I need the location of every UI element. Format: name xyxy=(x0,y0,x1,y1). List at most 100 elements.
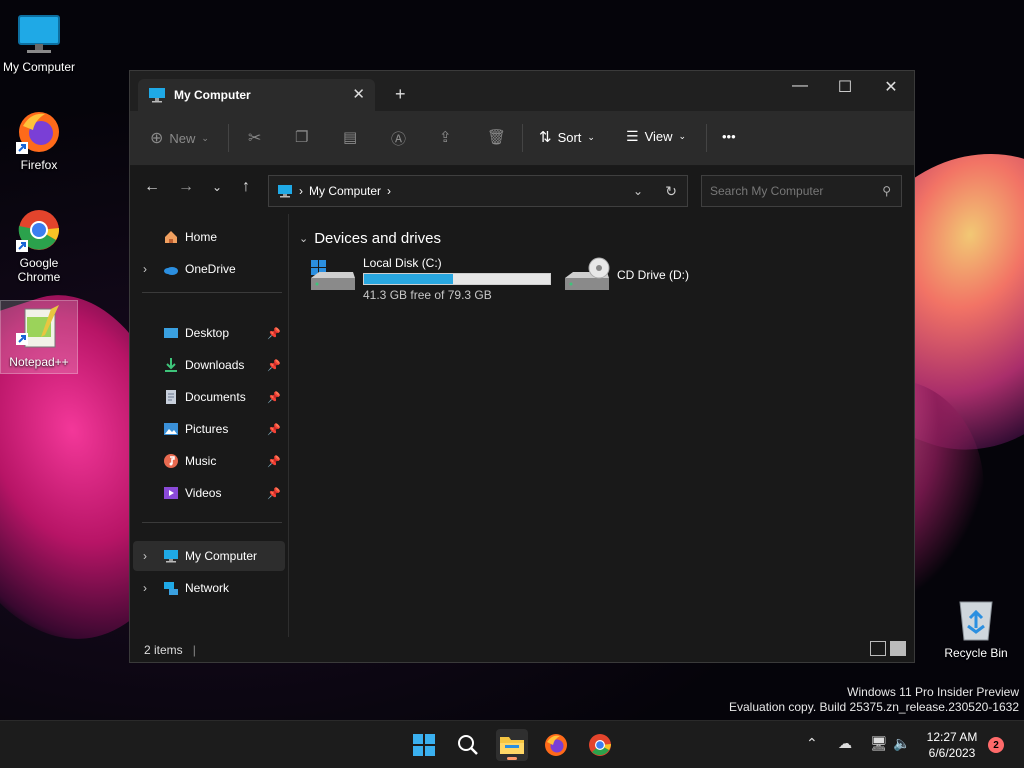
desktop-icon-label: Google Chrome xyxy=(17,256,61,284)
nav-item-videos[interactable]: Videos 📌 xyxy=(133,478,285,508)
desktop-folder-icon xyxy=(164,328,178,338)
nav-item-my-computer[interactable]: › My Computer xyxy=(133,541,285,571)
chrome-icon xyxy=(589,734,611,756)
breadcrumb-my-computer[interactable]: My Computer xyxy=(309,184,381,198)
start-button[interactable] xyxy=(408,729,440,761)
taskbar-file-explorer[interactable] xyxy=(496,729,528,761)
folder-icon xyxy=(500,737,524,754)
taskbar-chrome[interactable] xyxy=(584,729,616,761)
desktop-icon-notepadpp[interactable]: Notepad++ xyxy=(0,300,78,374)
new-button[interactable]: ⊕ New ⌄ xyxy=(150,128,209,148)
breadcrumb-separator[interactable]: › xyxy=(299,184,303,198)
rename-icon: Ⓐ xyxy=(391,131,407,148)
drive-free-space: 41.3 GB free of 79.3 GB xyxy=(363,288,492,302)
nav-item-music[interactable]: Music 📌 xyxy=(133,446,285,476)
paste-button[interactable]: ▤ xyxy=(343,128,357,146)
monitor-icon xyxy=(164,550,178,563)
chevron-down-icon: ⌄ xyxy=(678,131,687,141)
forward-button[interactable]: → xyxy=(176,178,196,196)
title-bar[interactable]: My Computer ✕ + — ☐ ✕ xyxy=(130,71,914,111)
tab-close-icon[interactable]: ✕ xyxy=(352,85,365,103)
watermark-line: Windows 11 Pro Insider Preview xyxy=(847,685,1019,699)
evaluation-watermark: Windows 11 Pro Insider Preview Evaluatio… xyxy=(729,685,1019,715)
sort-button[interactable]: ⇅ Sort ⌄ xyxy=(539,128,595,146)
pin-icon[interactable]: 📌 xyxy=(267,327,281,340)
watermark-line: Evaluation copy. Build 25375.zn_release.… xyxy=(729,700,1019,714)
cd-drive-icon xyxy=(563,256,611,296)
group-header[interactable]: ⌄ Devices and drives xyxy=(299,230,441,247)
cut-button[interactable]: ✂ xyxy=(248,128,261,148)
chevron-right-icon[interactable]: › xyxy=(143,581,147,595)
notification-badge[interactable]: 2 xyxy=(988,737,1004,753)
search-input[interactable] xyxy=(710,184,870,198)
delete-button[interactable]: 🗑 xyxy=(487,128,506,146)
active-indicator xyxy=(507,757,517,760)
new-tab-button[interactable]: + xyxy=(395,84,406,105)
search-icon[interactable]: ⚲ xyxy=(882,184,891,198)
copy-button[interactable]: ❐ xyxy=(295,128,308,146)
maximize-button[interactable]: ☐ xyxy=(833,77,857,97)
search-box[interactable]: ⚲ xyxy=(701,175,902,207)
share-button[interactable]: ⇪ xyxy=(439,128,452,146)
view-button[interactable]: ☰ View ⌄ xyxy=(626,128,686,145)
address-bar[interactable]: › My Computer › ⌄ ↻ xyxy=(268,175,688,207)
pin-icon[interactable]: 📌 xyxy=(267,455,281,468)
back-button[interactable]: ← xyxy=(142,178,162,196)
nav-item-desktop[interactable]: Desktop 📌 xyxy=(133,318,285,348)
chevron-right-icon[interactable]: › xyxy=(143,262,147,276)
search-button[interactable] xyxy=(452,729,484,761)
pin-icon[interactable]: 📌 xyxy=(267,391,281,404)
volume-icon[interactable]: 🔈 xyxy=(893,735,910,752)
up-button[interactable]: ↑ xyxy=(236,178,256,196)
large-icons-view-icon[interactable] xyxy=(890,641,906,656)
nav-item-home[interactable]: Home xyxy=(133,222,285,252)
pin-icon[interactable]: 📌 xyxy=(267,487,281,500)
recycle-bin-icon xyxy=(956,598,996,642)
content-area: ⌄ Devices and drives Local Disk (C:) 41.… xyxy=(289,214,915,639)
clock[interactable]: 12:27 AM 6/6/2023 xyxy=(922,729,982,761)
pin-icon[interactable]: 📌 xyxy=(267,423,281,436)
nav-item-label: Desktop xyxy=(185,326,230,340)
drive-d[interactable]: CD Drive (D:) xyxy=(563,256,689,296)
address-history-chevron-icon[interactable]: ⌄ xyxy=(633,184,643,198)
pin-icon[interactable]: 📌 xyxy=(267,359,281,372)
taskbar-firefox[interactable] xyxy=(540,729,572,761)
tab-my-computer[interactable]: My Computer ✕ xyxy=(138,79,375,111)
nav-item-label: My Computer xyxy=(185,549,258,563)
nav-item-label: Documents xyxy=(185,390,246,404)
nav-item-label: Music xyxy=(185,454,217,468)
nav-item-pictures[interactable]: Pictures 📌 xyxy=(133,414,285,444)
plus-circle-icon: ⊕ xyxy=(150,130,164,147)
nav-item-downloads[interactable]: Downloads 📌 xyxy=(133,350,285,380)
rename-button[interactable]: Ⓐ xyxy=(391,128,406,149)
desktop-icon-my-computer[interactable]: My Computer xyxy=(0,6,78,78)
desktop-icon-recycle-bin[interactable]: Recycle Bin xyxy=(940,598,1012,660)
nav-item-onedrive[interactable]: › OneDrive xyxy=(133,254,285,284)
minimize-button[interactable]: — xyxy=(788,77,812,95)
taskbar: ⌃ ☁ 🖥 🔈 12:27 AM 6/6/2023 2 xyxy=(0,720,1024,768)
nav-item-network[interactable]: › Network xyxy=(133,573,285,603)
refresh-icon[interactable]: ↻ xyxy=(665,183,677,200)
desktop-icon-firefox[interactable]: Firefox xyxy=(0,104,78,176)
desktop-icon-label: Firefox xyxy=(20,158,58,172)
toolbar-divider xyxy=(522,124,523,152)
details-view-icon[interactable] xyxy=(870,641,886,656)
close-button[interactable]: ✕ xyxy=(879,77,903,97)
group-title: Devices and drives xyxy=(314,230,441,247)
nav-item-documents[interactable]: Documents 📌 xyxy=(133,382,285,412)
toolbar-divider xyxy=(228,124,229,152)
breadcrumb-separator[interactable]: › xyxy=(387,184,391,198)
recent-locations-button[interactable]: ⌄ xyxy=(207,180,227,194)
drive-c[interactable]: Local Disk (C:) 41.3 GB free of 79.3 GB xyxy=(309,256,551,302)
desktop-icon-chrome[interactable]: Google Chrome xyxy=(0,202,78,288)
home-icon xyxy=(165,231,177,243)
picture-icon xyxy=(164,423,178,435)
network-status-icon[interactable]: 🖥 xyxy=(870,735,888,752)
more-options-button[interactable]: ••• xyxy=(722,129,736,144)
desktop-icon-label: Recycle Bin xyxy=(944,646,1008,660)
chevron-right-icon[interactable]: › xyxy=(143,549,147,563)
chevron-down-icon: ⌄ xyxy=(587,131,595,142)
show-hidden-icons-button[interactable]: ⌃ xyxy=(806,735,818,752)
disk-usage-fill xyxy=(364,274,454,284)
cloud-offline-icon[interactable]: ☁ xyxy=(838,735,852,752)
